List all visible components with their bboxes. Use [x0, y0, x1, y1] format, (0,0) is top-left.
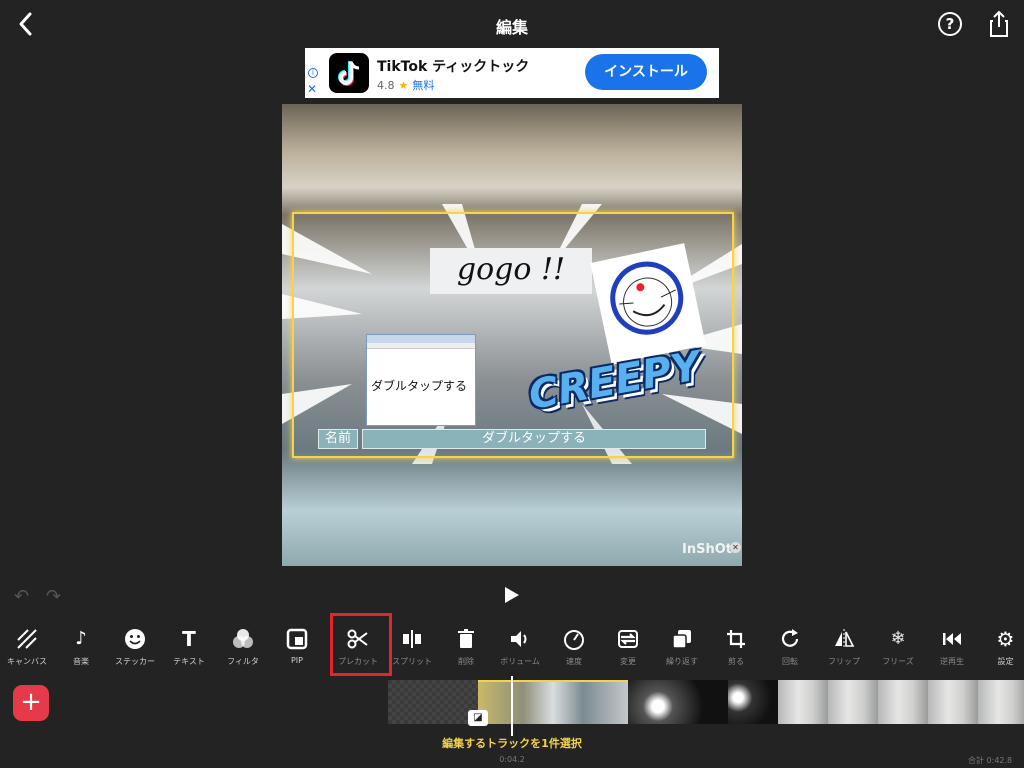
tool-label: フリップ	[828, 657, 860, 666]
star-icon: ★	[398, 79, 409, 92]
gogo-text-sticker[interactable]: gogo !!	[430, 248, 592, 294]
tool-label: フィルタ	[227, 657, 259, 666]
text-icon: T	[182, 627, 196, 651]
tool-label: PIP	[290, 656, 303, 665]
tool-label: 削除	[458, 657, 474, 666]
tool-sticker[interactable]: ステッカー	[108, 620, 162, 676]
tool-settings[interactable]: ⚙ 設定	[987, 620, 1024, 676]
ad-price: 無料	[412, 79, 435, 92]
playhead[interactable]	[511, 676, 513, 736]
watermark-text: InShOt	[682, 542, 732, 557]
name-label-box[interactable]: 名前	[318, 429, 358, 449]
filter-icon	[233, 629, 253, 648]
tool-reverse[interactable]: 逆再生	[925, 620, 979, 676]
trash-icon	[458, 629, 474, 648]
notepad-menubar	[367, 343, 475, 349]
tool-freeze[interactable]: ❄ フリーズ	[871, 620, 925, 676]
tool-label: 変更	[620, 657, 636, 666]
install-button[interactable]: インストール	[585, 54, 707, 90]
watermark[interactable]: InShOt✕	[682, 542, 741, 557]
add-media-button[interactable]: +	[13, 685, 49, 721]
ad-app-name: TikTok ティックトック	[377, 59, 530, 75]
timeline-clip[interactable]	[778, 680, 1024, 724]
transition-icon[interactable]: ◪	[468, 710, 488, 726]
ad-rating-value: 4.8	[377, 79, 395, 92]
tool-label: 音楽	[73, 657, 89, 666]
tool-label: 回転	[782, 657, 798, 666]
tool-label: 逆再生	[940, 657, 964, 666]
split-icon	[403, 630, 421, 648]
tool-label: 速度	[566, 657, 582, 666]
timeline-clip[interactable]	[628, 680, 728, 724]
tool-label: ステッカー	[115, 657, 155, 666]
rotate-icon	[781, 629, 799, 647]
help-icon[interactable]: ?	[938, 12, 962, 36]
total-time: 合計 0:42.8	[968, 756, 1013, 765]
volume-icon	[511, 631, 527, 647]
tool-label: テキスト	[173, 657, 205, 666]
tool-volume[interactable]: ボリューム	[493, 620, 547, 676]
replace-icon	[618, 630, 638, 648]
tiktok-logo-icon	[329, 53, 369, 93]
track-empty-area	[388, 680, 478, 724]
canvas-icon	[17, 629, 37, 649]
tool-label: フリーズ	[882, 657, 914, 666]
speed-icon	[564, 630, 584, 650]
tool-music[interactable]: ♪ 音楽	[54, 620, 108, 676]
timeline-clip[interactable]	[728, 680, 778, 724]
smiley-icon	[125, 629, 145, 649]
timeline-clip[interactable]	[478, 680, 628, 724]
tool-crop[interactable]: 剪る	[709, 620, 763, 676]
tool-speed[interactable]: 速度	[547, 620, 601, 676]
current-time: 0:04.2	[499, 755, 525, 764]
undo-icon[interactable]: ↶	[14, 586, 29, 607]
notepad-text: ダブルタップする	[371, 379, 468, 393]
duplicate-icon	[672, 630, 691, 649]
tool-label: ボリューム	[500, 657, 540, 666]
ad-banner[interactable]: i ✕ TikTok ティックトック 4.8 ★ 無料 インストール	[305, 48, 719, 98]
tool-text[interactable]: T テキスト	[162, 620, 216, 676]
tool-delete[interactable]: 削除	[439, 620, 493, 676]
edit-toolbar: キャンバス ♪ 音楽 ステッカー T テキスト フィルタ PIP プレカット ス…	[0, 620, 1024, 680]
watermark-close-icon[interactable]: ✕	[729, 542, 741, 553]
ad-rating: 4.8 ★ 無料	[377, 77, 434, 93]
tool-filter[interactable]: フィルタ	[216, 620, 270, 676]
play-icon[interactable]	[504, 586, 520, 604]
tool-replace[interactable]: 変更	[601, 620, 655, 676]
redo-icon[interactable]: ↷	[46, 586, 61, 607]
tool-duplicate[interactable]: 繰り返す	[655, 620, 709, 676]
tool-label: 剪る	[728, 657, 744, 666]
notepad-sticker[interactable]: ダブルタップする	[366, 334, 476, 426]
tool-label: 繰り返す	[666, 657, 698, 666]
track-hint-text: 編集するトラックを1件選択	[442, 737, 582, 750]
top-bar: 編集 ?	[0, 0, 1024, 48]
freeze-icon: ❄	[890, 628, 906, 649]
tool-label: スプリット	[392, 657, 432, 666]
tool-flip[interactable]: フリップ	[817, 620, 871, 676]
notepad-titlebar	[367, 335, 475, 343]
dialog-text-box[interactable]: ダブルタップする	[362, 429, 706, 449]
ad-info-icon[interactable]: i	[308, 68, 318, 78]
video-preview[interactable]: ★ gogo !! ダブルタップする CREEPY 名前 ダブルタップする In…	[282, 104, 742, 566]
tool-split[interactable]: スプリット	[385, 620, 439, 676]
selection-highlight-box	[330, 613, 392, 676]
page-title: 編集	[495, 18, 528, 37]
tool-rotate[interactable]: 回転	[763, 620, 817, 676]
music-note-icon: ♪	[75, 628, 87, 649]
gear-icon: ⚙	[996, 627, 1015, 651]
reverse-icon	[943, 633, 961, 645]
share-icon[interactable]	[988, 10, 1010, 38]
ad-close-icon[interactable]: ✕	[307, 82, 317, 96]
pip-icon	[286, 628, 308, 650]
tool-label: 設定	[997, 657, 1014, 666]
crop-icon	[727, 630, 745, 648]
tool-canvas[interactable]: キャンバス	[0, 620, 54, 676]
flip-icon	[835, 629, 855, 649]
tool-label: キャンバス	[7, 657, 47, 666]
tool-pip[interactable]: PIP	[270, 620, 324, 676]
